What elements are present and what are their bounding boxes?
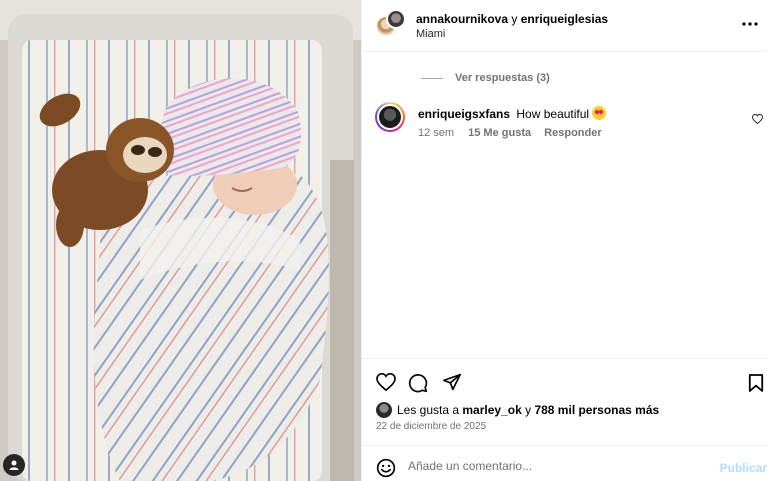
author-username-1[interactable]: annakournikova: [416, 12, 508, 26]
author-username-2[interactable]: enriqueiglesias: [521, 12, 608, 26]
newborn-photo-illustration: [0, 0, 361, 481]
heart-eyes-emoji-icon: [592, 106, 607, 120]
likes-user[interactable]: marley_ok: [462, 403, 521, 417]
comment-text: How beautiful: [516, 107, 590, 121]
post-photo[interactable]: [0, 0, 361, 481]
comment-likes-count[interactable]: 15 Me gusta: [468, 127, 531, 139]
likes-summary[interactable]: Les gusta a marley_ok y 788 mil personas…: [376, 402, 659, 418]
likes-prefix: Les gusta a: [397, 403, 460, 417]
collab-avatars[interactable]: [375, 9, 406, 39]
likes-count[interactable]: 788 mil personas más: [534, 403, 659, 417]
author-separator: y: [511, 12, 518, 26]
publish-button[interactable]: Publicar: [720, 461, 767, 475]
share-icon[interactable]: [442, 373, 462, 391]
comment-time[interactable]: 12 sem: [418, 127, 454, 139]
likes-conj: y: [525, 403, 532, 417]
comment-like-button[interactable]: [751, 111, 764, 129]
more-horizontal-icon: [742, 22, 758, 26]
tagged-users-icon[interactable]: [3, 454, 25, 476]
view-replies-label: Ver respuestas (3): [455, 72, 550, 84]
post-detail-panel: annakournikova y enriqueiglesias Miami V…: [361, 0, 767, 481]
comment-meta: 12 sem 15 Me gusta Responder: [418, 127, 602, 139]
avatar[interactable]: [386, 9, 406, 29]
more-options-button[interactable]: [740, 15, 760, 33]
post-date[interactable]: 22 de diciembre de 2025: [376, 421, 486, 432]
comments-list[interactable]: Ver respuestas (3) enriqueigsxfans How b…: [362, 53, 767, 358]
heart-icon: [751, 113, 764, 125]
smiley-icon[interactable]: [376, 458, 396, 478]
comment-body: enriqueigsxfans How beautiful: [418, 106, 607, 121]
avatar[interactable]: [376, 402, 392, 418]
avatar[interactable]: [375, 102, 405, 132]
comment-username[interactable]: enriqueigsxfans: [418, 107, 510, 121]
comment-icon[interactable]: [408, 373, 428, 393]
view-replies-button[interactable]: Ver respuestas (3): [421, 72, 550, 84]
post-header: annakournikova y enriqueiglesias Miami: [362, 0, 767, 52]
add-comment-bar: Publicar: [362, 445, 767, 481]
comment-input[interactable]: [408, 456, 708, 476]
post-authors: annakournikova y enriqueiglesias: [416, 12, 608, 26]
reply-button[interactable]: Responder: [544, 127, 601, 139]
heart-icon[interactable]: [376, 373, 396, 391]
post-location[interactable]: Miami: [416, 28, 445, 40]
bookmark-icon[interactable]: [748, 373, 764, 393]
replies-divider: [421, 77, 443, 79]
post-actions: [362, 358, 767, 404]
